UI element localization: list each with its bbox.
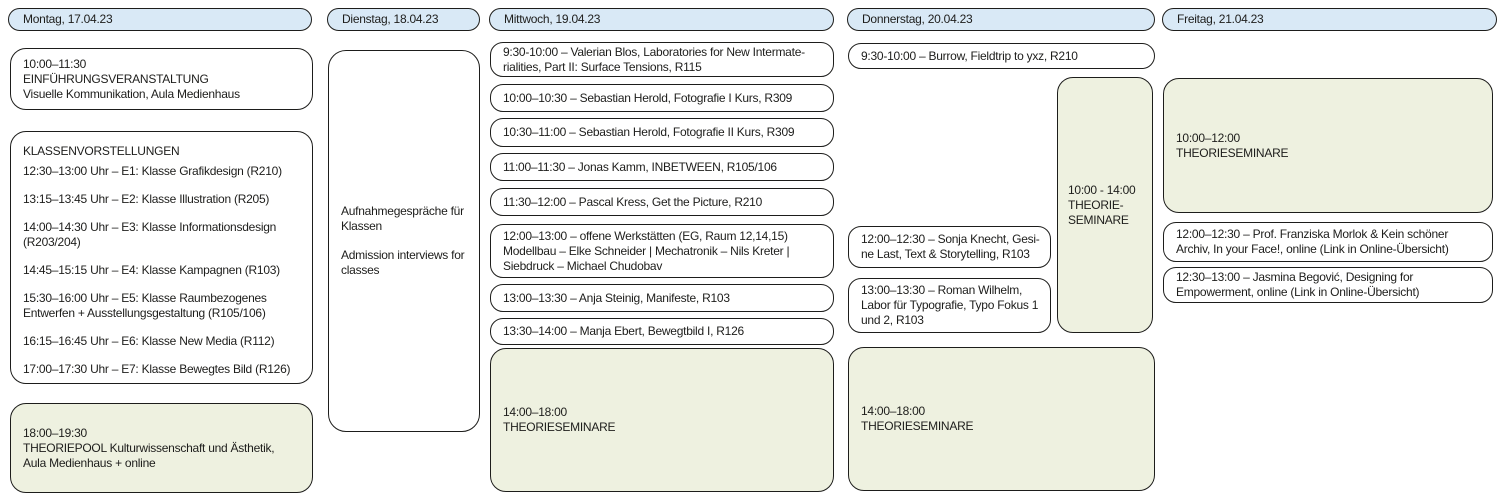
schedule-entry: 15:30–16:00 Uhr – E5: Klasse Raumbezogen… [23,291,306,321]
day-header-label: Dienstag, 18.04.23 [342,12,438,27]
event-text: 10:30–11:00 – Sebastian Herold, Fotograf… [503,125,827,140]
event-card: 11:00–11:30 – Jonas Kamm, INBETWEEN, R10… [490,153,834,181]
event-title: THEORIESEMINARE [503,420,827,435]
event-text: 10:00–10:30 – Sebastian Herold, Fotograf… [503,91,827,106]
event-card-theoriepool: 18:00–19:30 THEORIEPOOL Kulturwissenscha… [10,403,313,493]
day-header-thursday: Donnerstag, 20.04.23 [847,8,1155,31]
day-header-friday: Freitag, 21.04.23 [1162,8,1497,31]
event-text: 12:00–13:00 – offene Werkstätten (EG, Ra… [503,229,827,244]
event-text: 9:30-10:00 – Valerian Blos, Laboratories… [503,45,827,60]
event-text: 12:00–12:30 – Prof. Franziska Morlok & K… [1176,227,1486,242]
schedule-entry: 13:15–13:45 Uhr – E2: Klasse Illustratio… [23,192,306,207]
schedule-entry: 14:00–14:30 Uhr – E3: Klasse Information… [23,220,306,250]
event-heading: KLASSENVORSTELLUNGEN [23,144,306,159]
day-header-label: Donnerstag, 20.04.23 [862,12,972,27]
event-text: rialities, Part II: Surface Tensions, R1… [503,60,827,75]
event-text: 13:30–14:00 – Manja Ebert, Bewegtbild I,… [503,324,827,339]
event-card-theorieseminare: 14:00–18:00 THEORIESEMINARE [490,348,834,492]
event-time: 14:00–18:00 [861,404,1148,419]
event-text: 12:30–13:00 – Jasmina Begović, Designing… [1176,270,1486,285]
day-header-tuesday: Dienstag, 18.04.23 [327,8,480,31]
event-text: 12:00–12:30 – Sonja Knecht, Gesi- [861,232,1044,247]
event-title: THEORIE- [1068,198,1146,213]
event-text: Siebdruck – Michael Chudobav [503,259,827,274]
event-time: 18:00–19:30 [23,426,306,441]
event-card-intro: 10:00–11:30 EINFÜHRUNGSVERANSTALTUNG Vis… [10,48,313,110]
event-title: SEMINARE [1068,213,1146,228]
event-card: 12:30–13:00 – Jasmina Begović, Designing… [1163,267,1493,303]
event-location: Visuelle Kommunikation, Aula Medienhaus [23,87,306,102]
event-location: Aula Medienhaus + online [23,456,306,471]
event-card-admission-interviews: Aufnahmegespräche für Klassen Admission … [328,50,480,432]
event-card: 13:00–13:30 – Roman Wilhelm, Labor für T… [848,278,1051,333]
schedule-entry: 17:00–17:30 Uhr – E7: Klasse Bewegtes Bi… [23,362,306,377]
day-header-label: Montag, 17.04.23 [23,12,112,27]
event-card: 12:00–12:30 – Prof. Franziska Morlok & K… [1163,222,1493,262]
event-text: Labor für Typografie, Typo Fokus 1 [861,298,1044,313]
event-text: und 2, R103 [861,313,1044,328]
event-time: 10:00–12:00 [1176,131,1486,146]
event-time: 10:00 - 14:00 [1068,183,1146,198]
event-text: Modellbau – Elke Schneider | Mechatronik… [503,244,827,259]
event-title: EINFÜHRUNGSVERANSTALTUNG [23,72,306,87]
event-card: 13:00–13:30 – Anja Steinig, Manifeste, R… [490,284,834,312]
event-time: 14:00–18:00 [503,405,827,420]
event-text-en: Admission interviews for classes [341,248,473,278]
event-card: 10:00–10:30 – Sebastian Herold, Fotograf… [490,84,834,112]
schedule-entry: 16:15–16:45 Uhr – E6: Klasse New Media (… [23,334,306,349]
event-card-open-workshops: 12:00–13:00 – offene Werkstätten (EG, Ra… [490,224,834,278]
event-card: 9:30-10:00 – Burrow, Fieldtrip to yxz, R… [848,43,1155,69]
event-card: 9:30-10:00 – Valerian Blos, Laboratories… [490,42,834,77]
event-card-theorieseminare: 10:00–12:00 THEORIESEMINARE [1163,78,1493,213]
event-title: THEORIESEMINARE [1176,146,1486,161]
event-card-theorieseminare-morning: 10:00 - 14:00 THEORIE- SEMINARE [1057,77,1153,333]
day-header-label: Mittwoch, 19.04.23 [504,12,600,27]
event-text: ne Last, Text & Storytelling, R103 [861,247,1044,262]
event-text: Archiv, In your Face!, online (Link in O… [1176,242,1486,257]
event-card: 10:30–11:00 – Sebastian Herold, Fotograf… [490,118,834,147]
day-header-monday: Montag, 17.04.23 [8,8,312,31]
schedule-entry: 14:45–15:15 Uhr – E4: Klasse Kampagnen (… [23,263,306,278]
event-card-theorieseminare: 14:00–18:00 THEORIESEMINARE [848,347,1155,491]
schedule-entry: 12:30–13:00 Uhr – E1: Klasse Grafikdesig… [23,164,306,179]
day-header-label: Freitag, 21.04.23 [1177,12,1263,27]
weekly-schedule: Montag, 17.04.23 10:00–11:30 EINFÜHRUNGS… [0,0,1500,500]
event-card: 13:30–14:00 – Manja Ebert, Bewegtbild I,… [490,318,834,345]
event-text: 13:00–13:30 – Roman Wilhelm, [861,283,1044,298]
event-title: THEORIEPOOL Kulturwissenschaft und Ästhe… [23,441,306,456]
event-text: 11:00–11:30 – Jonas Kamm, INBETWEEN, R10… [503,160,827,175]
event-text: 9:30-10:00 – Burrow, Fieldtrip to yxz, R… [861,49,1148,64]
event-text-de: Aufnahmegespräche für Klassen [341,204,473,234]
event-text: Empowerment, online (Link in Online-Über… [1176,285,1486,300]
event-text: 13:00–13:30 – Anja Steinig, Manifeste, R… [503,291,827,306]
event-title: THEORIESEMINARE [861,419,1148,434]
day-header-wednesday: Mittwoch, 19.04.23 [489,8,834,31]
event-text: 11:30–12:00 – Pascal Kress, Get the Pict… [503,195,827,210]
event-card: 11:30–12:00 – Pascal Kress, Get the Pict… [490,188,834,216]
event-time: 10:00–11:30 [23,57,306,72]
event-card: 12:00–12:30 – Sonja Knecht, Gesi- ne Las… [848,226,1051,268]
event-card-klassenvorstellungen: KLASSENVORSTELLUNGEN 12:30–13:00 Uhr – E… [10,131,313,384]
